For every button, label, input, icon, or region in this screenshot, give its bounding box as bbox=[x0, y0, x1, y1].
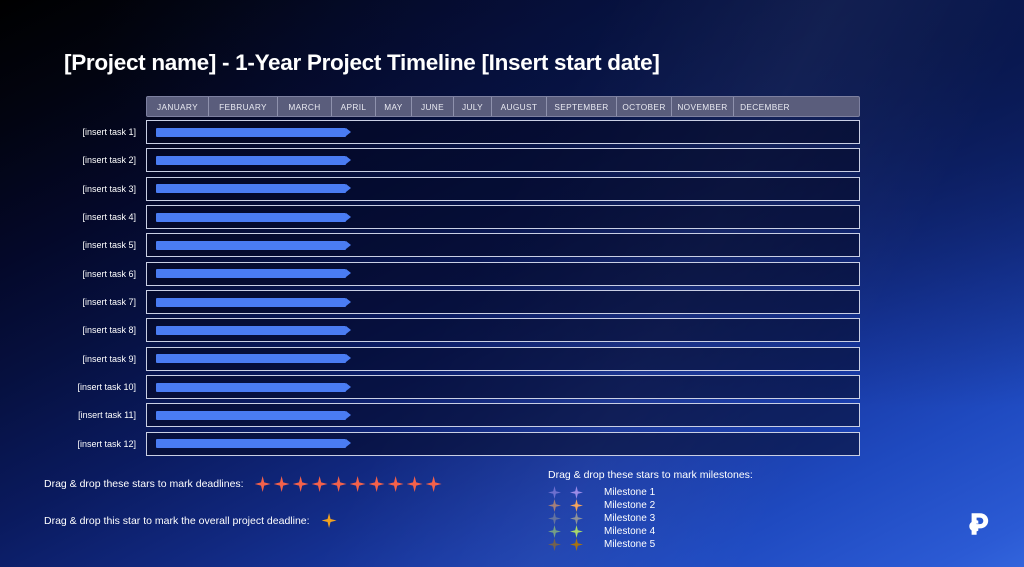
milestone-star-tray bbox=[548, 499, 604, 512]
milestone-star-icon[interactable] bbox=[570, 499, 583, 512]
task-row-label: [insert task 9] bbox=[82, 353, 136, 364]
piktochart-logo bbox=[969, 513, 989, 535]
milestone-star-icon[interactable] bbox=[570, 486, 583, 499]
deadline-star-icon[interactable] bbox=[254, 476, 271, 492]
task-rows: [insert task 1] [insert task 2] [insert ta… bbox=[77, 120, 860, 456]
task-row[interactable]: [insert task 6] bbox=[82, 261, 860, 286]
task-bar[interactable] bbox=[156, 212, 351, 222]
task-row-label: [insert task 12] bbox=[77, 438, 136, 449]
milestone-label: Milestone 4 bbox=[604, 526, 656, 537]
task-row-label: [insert task 3] bbox=[82, 183, 136, 194]
task-row-label: [insert task 10] bbox=[77, 382, 136, 393]
month-header-cell[interactable]: DECEMBER bbox=[734, 97, 796, 116]
milestone-item: Milestone 5 bbox=[548, 538, 753, 551]
deadline-star-icon[interactable] bbox=[406, 476, 423, 492]
month-header-cell[interactable]: JUNE bbox=[412, 97, 454, 116]
overall-deadline-legend: Drag & drop this star to mark the overal… bbox=[44, 513, 337, 528]
task-bar[interactable] bbox=[156, 410, 351, 420]
task-bar[interactable] bbox=[156, 354, 351, 364]
slide-canvas: [Project name] - 1-Year Project Timeline… bbox=[0, 0, 1024, 567]
deadline-star-icon[interactable] bbox=[273, 476, 290, 492]
milestone-item: Milestone 4 bbox=[548, 525, 753, 538]
task-row[interactable]: [insert task 3] bbox=[82, 176, 860, 201]
month-header-cell[interactable]: MAY bbox=[376, 97, 412, 116]
overall-deadline-star-icon[interactable] bbox=[321, 513, 337, 528]
month-header-cell[interactable]: FEBRUARY bbox=[209, 97, 278, 116]
task-row[interactable]: [insert task 2] bbox=[82, 148, 860, 173]
task-row-label: [insert task 6] bbox=[82, 268, 136, 279]
milestone-star-placeholder-icon[interactable] bbox=[548, 499, 561, 512]
page-title: [Project name] - 1-Year Project Timeline… bbox=[64, 50, 660, 75]
month-header-cell[interactable]: APRIL bbox=[332, 97, 376, 116]
task-bar[interactable] bbox=[156, 382, 351, 392]
task-row-label: [insert task 4] bbox=[82, 212, 136, 223]
task-row[interactable]: [insert task 7] bbox=[82, 290, 860, 315]
task-row[interactable]: [insert task 12] bbox=[77, 431, 860, 456]
milestone-item-list: Milestone 1 Milestone 2 Milestone 3 Milesto… bbox=[548, 486, 753, 551]
task-bar[interactable] bbox=[156, 439, 351, 449]
deadline-legend: Drag & drop these stars to mark deadline… bbox=[44, 476, 442, 492]
milestone-label: Milestone 5 bbox=[604, 539, 656, 550]
milestone-star-placeholder-icon[interactable] bbox=[548, 538, 561, 551]
month-header-cell[interactable]: NOVEMBER bbox=[672, 97, 734, 116]
deadline-star-icon[interactable] bbox=[425, 476, 442, 492]
month-header-cell[interactable]: AUGUST bbox=[492, 97, 547, 116]
milestone-star-placeholder-icon[interactable] bbox=[548, 486, 561, 499]
milestone-star-tray bbox=[548, 512, 604, 525]
task-bar[interactable] bbox=[156, 127, 351, 137]
month-header-cell[interactable]: OCTOBER bbox=[617, 97, 672, 116]
milestone-star-icon[interactable] bbox=[570, 512, 583, 525]
month-header-row: JANUARY FEBRUARY MARCH APRIL MAY JUNE JULY AUGU… bbox=[146, 96, 860, 117]
task-row[interactable]: [insert task 4] bbox=[82, 205, 860, 230]
task-row-label: [insert task 1] bbox=[82, 127, 136, 137]
milestone-label: Milestone 3 bbox=[604, 513, 656, 524]
milestone-star-icon[interactable] bbox=[570, 525, 583, 538]
milestone-star-tray bbox=[548, 538, 604, 551]
deadline-star-icon[interactable] bbox=[292, 476, 309, 492]
task-row[interactable]: [insert task 9] bbox=[82, 346, 860, 371]
deadline-star-icon[interactable] bbox=[368, 476, 385, 492]
task-row-label: [insert task 2] bbox=[82, 155, 136, 166]
milestone-label: Milestone 1 bbox=[604, 487, 656, 498]
milestone-item: Milestone 1 bbox=[548, 486, 753, 499]
milestone-legend: Drag & drop these stars to mark mileston… bbox=[548, 469, 753, 551]
milestone-star-tray bbox=[548, 486, 604, 499]
task-row[interactable]: [insert task 10] bbox=[77, 375, 860, 400]
task-row-label: [insert task 11] bbox=[78, 410, 136, 421]
milestone-item: Milestone 2 bbox=[548, 499, 753, 512]
task-row[interactable]: [insert task 5] bbox=[82, 233, 860, 258]
task-row-label: [insert task 5] bbox=[82, 240, 136, 251]
deadline-star-icon[interactable] bbox=[349, 476, 366, 492]
task-row[interactable]: [insert task 11] bbox=[78, 403, 860, 428]
milestone-star-placeholder-icon[interactable] bbox=[548, 525, 561, 538]
task-bar[interactable] bbox=[156, 325, 351, 335]
deadline-legend-label: Drag & drop these stars to mark deadline… bbox=[44, 478, 244, 490]
month-header-cell[interactable]: MARCH bbox=[278, 97, 332, 116]
milestone-star-tray bbox=[548, 525, 604, 538]
milestone-label: Milestone 2 bbox=[604, 500, 656, 511]
deadline-star-icon[interactable] bbox=[311, 476, 328, 492]
task-bar[interactable] bbox=[156, 240, 351, 250]
milestone-item: Milestone 3 bbox=[548, 512, 753, 525]
overall-deadline-star-wrap bbox=[321, 513, 337, 528]
task-row[interactable]: [insert task 1] bbox=[82, 120, 860, 144]
month-header-cell[interactable]: SEPTEMBER bbox=[547, 97, 617, 116]
task-bar[interactable] bbox=[156, 269, 351, 279]
task-row-label: [insert task 8] bbox=[82, 325, 136, 336]
gantt-chart: JANUARY FEBRUARY MARCH APRIL MAY JUNE JULY AUGU… bbox=[77, 96, 860, 460]
deadline-star-tray bbox=[254, 476, 442, 492]
task-bar[interactable] bbox=[156, 155, 351, 165]
task-bar[interactable] bbox=[156, 297, 351, 307]
overall-deadline-legend-label: Drag & drop this star to mark the overal… bbox=[44, 514, 310, 527]
month-header-cell[interactable]: JANUARY bbox=[147, 97, 209, 116]
milestone-star-placeholder-icon[interactable] bbox=[548, 512, 561, 525]
deadline-star-icon[interactable] bbox=[330, 476, 347, 492]
task-bar[interactable] bbox=[156, 184, 351, 194]
milestone-star-icon[interactable] bbox=[570, 538, 583, 551]
deadline-star-icon[interactable] bbox=[387, 476, 404, 492]
task-row[interactable]: [insert task 8] bbox=[82, 318, 860, 343]
milestone-legend-heading: Drag & drop these stars to mark mileston… bbox=[548, 469, 753, 481]
task-row-label: [insert task 7] bbox=[82, 297, 136, 308]
month-header-cell[interactable]: JULY bbox=[454, 97, 492, 116]
